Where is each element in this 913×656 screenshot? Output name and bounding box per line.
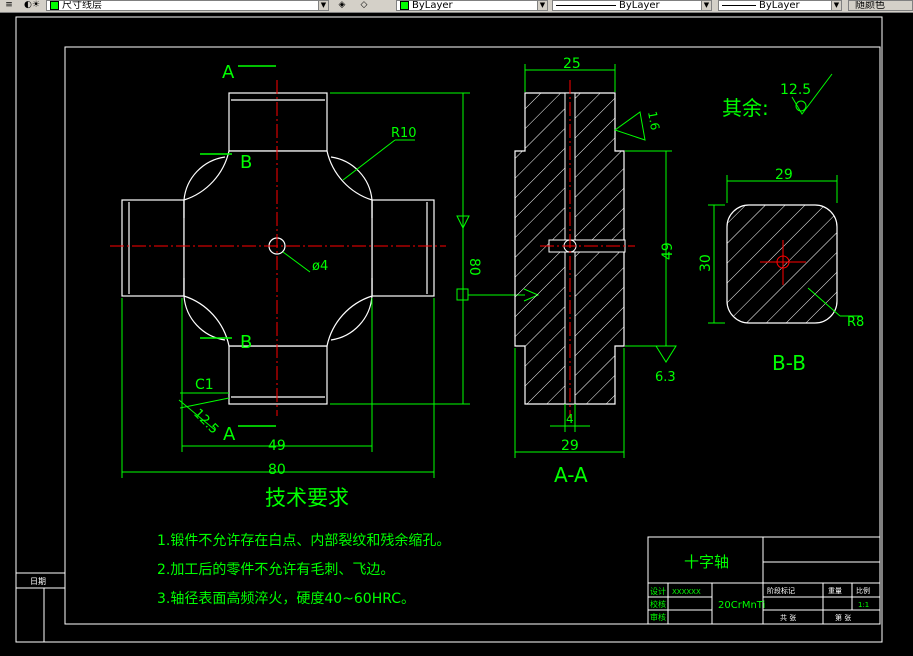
title-stage-mark: 阶段标记 (767, 586, 795, 595)
dim-height-80: 80 (466, 258, 482, 276)
dim-roughness-6-3: 6.3 (655, 370, 676, 385)
dim-aa-top-25: 25 (563, 56, 581, 72)
title-role-design: 设计 (650, 586, 666, 596)
dim-aa-bottom-29: 29 (561, 438, 579, 454)
title-designer: XXXXXX (672, 588, 701, 596)
title-role-check: 校核 (650, 599, 666, 609)
linetype-dropdown-value: ByLayer (619, 0, 660, 11)
dim-width-80: 80 (268, 462, 286, 478)
dim-width-49: 49 (268, 438, 286, 454)
section-bb-view[interactable] (726, 204, 838, 324)
color-dropdown-value: ByLayer (412, 0, 453, 11)
dim-chamfer-c1: C1 (195, 377, 214, 393)
color-dropdown[interactable]: ByLayer ▼ (396, 0, 548, 11)
layer-manager-icon[interactable]: ≡ (2, 0, 16, 11)
chevron-down-icon[interactable]: ▼ (701, 1, 711, 10)
dim-aa-hole-4: 4 (566, 412, 574, 426)
label-section-aa: A-A (554, 463, 588, 487)
requirements-title: 技术要求 (265, 486, 349, 510)
title-material: 20CrMnTi (718, 600, 765, 611)
title-sheet-total: 共 张 (780, 613, 796, 622)
plotstyle-dropdown[interactable]: 随颜色 (848, 0, 913, 11)
dim-bb-height-30: 30 (698, 254, 714, 272)
layer-state-icons[interactable]: ◐☀ (22, 0, 42, 11)
title-weight: 重量 (828, 587, 842, 595)
requirement-item-2: 2.加工后的零件不允许有毛刺、飞边。 (157, 562, 394, 578)
dim-bb-r8: R8 (847, 315, 864, 330)
lineweight-sample (722, 4, 756, 6)
section-a-bottom: A (223, 424, 236, 445)
section-b-top: B (240, 152, 252, 173)
dim-roughness-1-6: 1.6 (645, 110, 662, 131)
color-swatch (400, 1, 409, 10)
linetype-sample (556, 4, 616, 6)
title-part-name: 十字轴 (684, 553, 729, 571)
layer-previous-icon[interactable]: ◇ (355, 0, 373, 11)
remaining-roughness-value: 12.5 (780, 82, 811, 98)
requirement-item-3: 3.轴径表面高频淬火，硬度40~60HRC。 (157, 590, 415, 607)
dim-roughness-left: 12.5 (190, 406, 221, 437)
chevron-down-icon[interactable]: ▼ (537, 1, 547, 10)
plotstyle-dropdown-value: 随颜色 (855, 0, 885, 11)
cross-shaft-front-view[interactable]: A A B B (110, 62, 446, 445)
dim-fillet-r10: R10 (391, 126, 417, 141)
dim-aa-height-49: 49 (660, 242, 676, 260)
lineweight-dropdown-value: ByLayer (759, 0, 800, 11)
make-layer-current-icon[interactable]: ◈ (333, 0, 351, 11)
dim-hole-d4: ø4 (312, 259, 328, 274)
label-section-bb: B-B (772, 351, 806, 375)
layer-dropdown-value: 尺寸线层 (62, 0, 102, 11)
dim-bb-width-29: 29 (775, 167, 793, 183)
linetype-dropdown[interactable]: ByLayer ▼ (552, 0, 712, 11)
title-sheet-number: 第 张 (835, 613, 851, 622)
requirement-item-1: 1.锻件不允许存在白点、内部裂纹和残余缩孔。 (157, 532, 450, 549)
layer-dropdown[interactable]: 尺寸线层 ▼ (46, 0, 329, 11)
section-b-bottom: B (240, 332, 252, 353)
drawing-canvas[interactable]: 日期 A A B B R10 ø4 80 49 80 C1 12.5 25 49… (0, 12, 913, 656)
lineweight-dropdown[interactable]: ByLayer ▼ (718, 0, 842, 11)
section-a-top: A (222, 62, 235, 83)
title-role-review: 审核 (650, 612, 666, 622)
title-scale-value: 1:1 (858, 601, 869, 609)
chevron-down-icon[interactable]: ▼ (318, 1, 328, 10)
side-date-label: 日期 (30, 577, 46, 586)
title-scale-header: 比例 (856, 586, 870, 595)
label-remaining-roughness: 其余: (722, 96, 769, 120)
chevron-down-icon[interactable]: ▼ (831, 1, 841, 10)
layer-color-swatch (50, 1, 59, 10)
